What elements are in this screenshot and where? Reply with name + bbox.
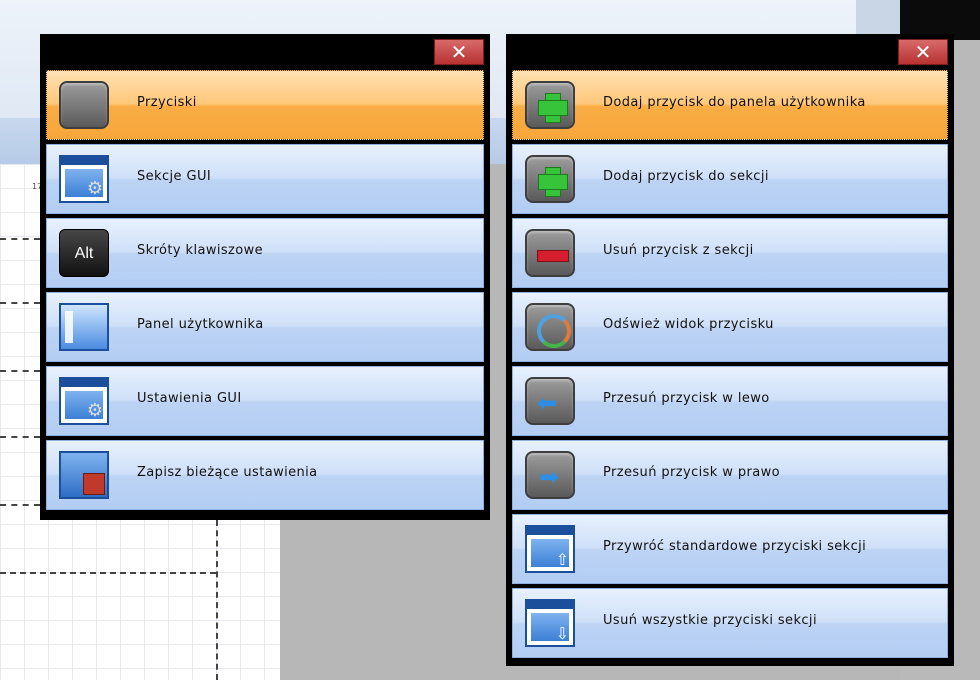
menu-item-ustawienia-gui[interactable]: ⚙ Ustawienia GUI [46,366,484,436]
action-label: Odśwież widok przycisku [603,317,774,332]
action-move-right[interactable]: ➡ Przesuń przycisk w prawo [512,440,948,510]
gui-menu-panel: ✕ Przyciski ⚙ Sekcje GUI Alt Skróty klaw… [40,34,490,520]
action-label: Dodaj przycisk do sekcji [603,169,769,184]
arrow-right-icon: ➡ [525,451,575,499]
plus-icon [525,155,575,203]
dashed-guide [0,370,40,372]
menu-item-label: Panel użytkownika [137,317,264,332]
action-label: Dodaj przycisk do panela użytkownika [603,95,866,110]
action-label: Przywróć standardowe przyciski sekcji [603,539,867,554]
action-label: Przesuń przycisk w lewo [603,391,770,406]
remove-all-window-icon: ⇩ [525,599,575,647]
plus-icon [525,81,575,129]
alt-key-icon: Alt [59,229,109,277]
dashed-guide [0,572,216,574]
panel-titlebar: ✕ [40,34,490,70]
gui-section-window-icon: ⚙ [59,155,109,203]
button-actions-panel: ✕ Dodaj przycisk do panela użytkownika D… [506,34,954,666]
menu-item-label: Sekcje GUI [137,169,212,184]
dashed-guide [0,436,40,438]
panel-titlebar: ✕ [506,34,954,70]
action-label: Usuń przycisk z sekcji [603,243,754,258]
action-label: Usuń wszystkie przyciski sekcji [603,613,817,628]
restore-window-icon: ⇧ [525,525,575,573]
arrow-left-icon: ⬅ [525,377,575,425]
action-remove-all[interactable]: ⇩ Usuń wszystkie przyciski sekcji [512,588,948,658]
refresh-icon [525,303,575,351]
minus-icon [525,229,575,277]
action-remove-from-section[interactable]: Usuń przycisk z sekcji [512,218,948,288]
gui-settings-gear-icon: ⚙ [59,377,109,425]
menu-item-przyciski[interactable]: Przyciski [46,70,484,140]
dashed-guide [216,520,218,680]
action-list: Dodaj przycisk do panela użytkownika Dod… [512,70,948,662]
action-add-to-section[interactable]: Dodaj przycisk do sekcji [512,144,948,214]
menu-list: Przyciski ⚙ Sekcje GUI Alt Skróty klawis… [46,70,484,514]
menu-item-panel-uzytkownika[interactable]: Panel użytkownika [46,292,484,362]
menu-item-sekcje-gui[interactable]: ⚙ Sekcje GUI [46,144,484,214]
dashed-guide [0,504,40,506]
save-disk-icon [59,451,109,499]
menu-item-label: Zapisz bieżące ustawienia [137,465,318,480]
user-panel-icon [59,303,109,351]
menu-item-skroty-klawiszowe[interactable]: Alt Skróty klawiszowe [46,218,484,288]
gray-button-icon [59,81,109,129]
action-restore-defaults[interactable]: ⇧ Przywróć standardowe przyciski sekcji [512,514,948,584]
action-add-to-user-panel[interactable]: Dodaj przycisk do panela użytkownika [512,70,948,140]
menu-item-label: Skróty klawiszowe [137,243,264,258]
action-refresh-view[interactable]: Odśwież widok przycisku [512,292,948,362]
menu-item-zapisz-ustawienia[interactable]: Zapisz bieżące ustawienia [46,440,484,510]
dashed-guide [0,238,40,240]
action-move-left[interactable]: ⬅ Przesuń przycisk w lewo [512,366,948,436]
close-button[interactable]: ✕ [434,39,484,65]
close-button[interactable]: ✕ [898,39,948,65]
menu-item-label: Przyciski [137,95,197,110]
action-label: Przesuń przycisk w prawo [603,465,780,480]
menu-item-label: Ustawienia GUI [137,391,242,406]
dashed-guide [0,302,40,304]
